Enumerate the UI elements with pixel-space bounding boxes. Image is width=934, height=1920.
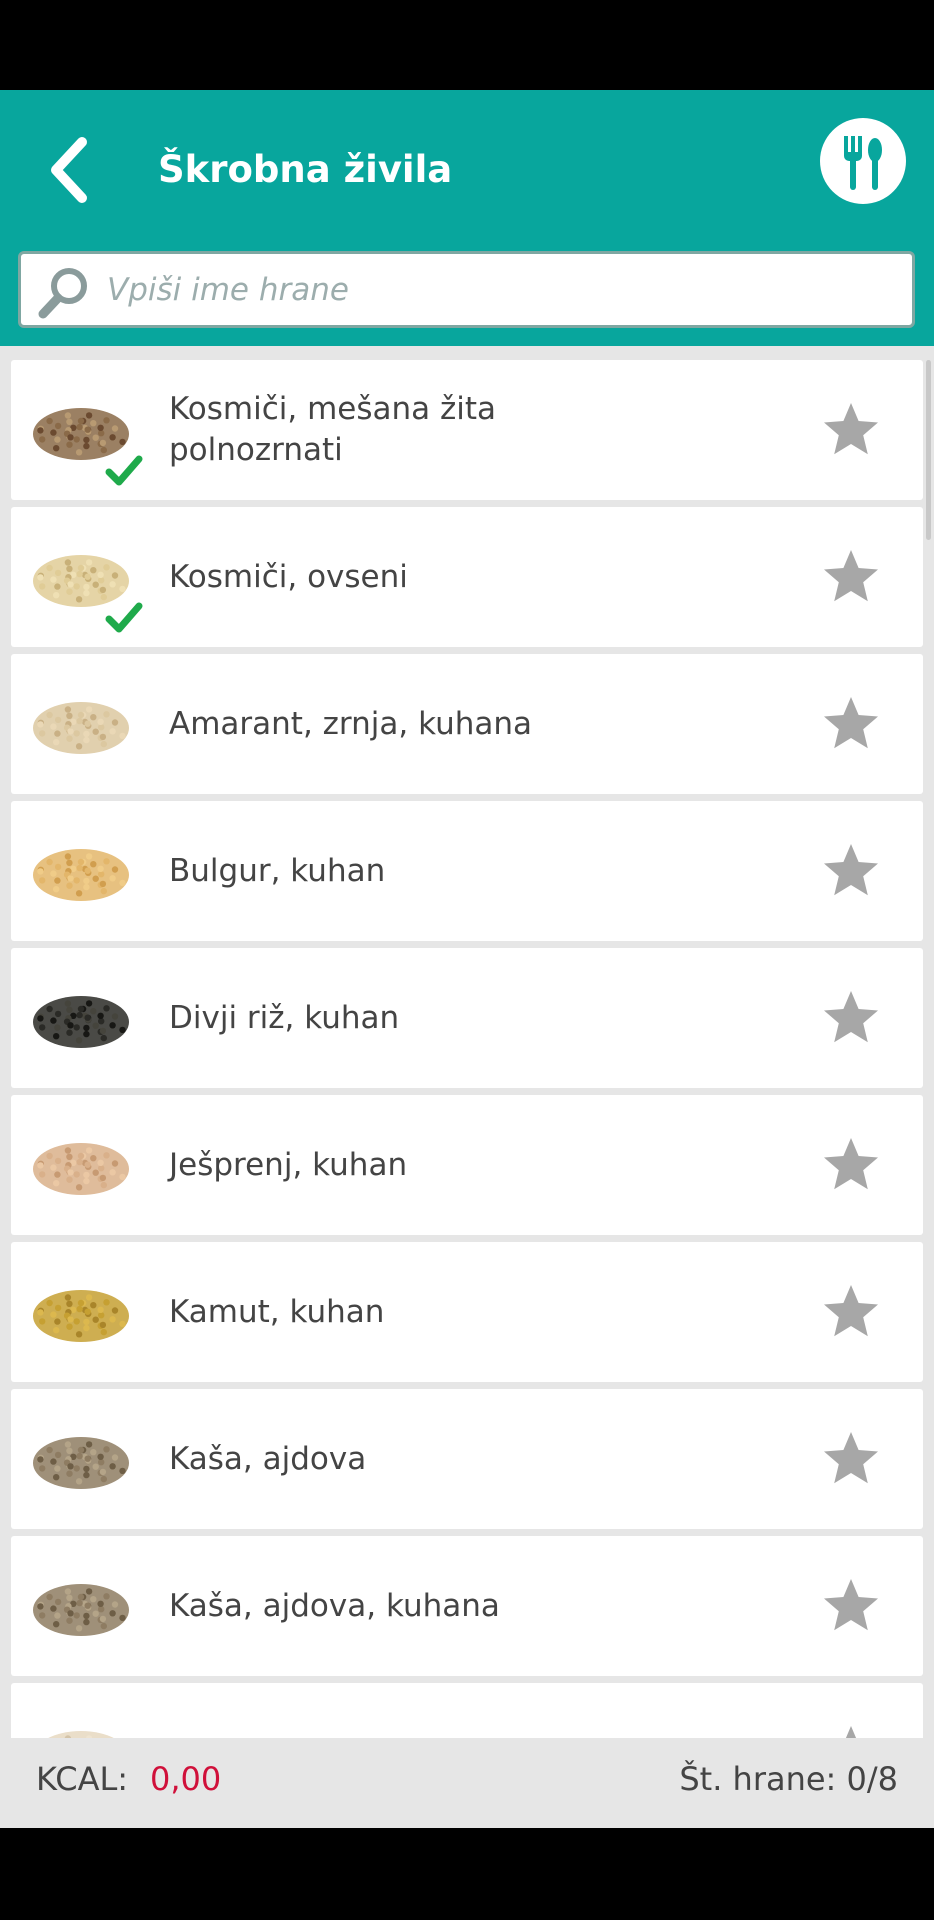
favorite-star-icon[interactable] [821,1282,881,1340]
food-image [33,1584,129,1636]
food-name: Kosmiči, mešana žita polnozrnati [169,391,497,468]
food-image [33,996,129,1048]
food-image [33,1143,129,1195]
food-name: Amarant, zrnja, kuhana [169,705,533,742]
food-image [33,849,129,901]
navigation-bar [0,1828,934,1920]
checkmark-icon [105,455,143,486]
back-button[interactable] [38,132,104,208]
search-bar [18,251,915,328]
header: Škrobna živila [0,90,934,346]
food-name: Kaša, ajdova, kuhana [169,1587,500,1624]
food-row[interactable]: Kosmiči, ovseni [11,507,923,647]
food-row[interactable]: Kamut, kuhan [11,1242,923,1382]
food-row[interactable]: Kaša, ajdova, kuhana [11,1536,923,1676]
food-name: Kosmiči, ovseni [169,558,408,595]
food-row[interactable]: Kosmiči, mešana žita polnozrnati [11,360,923,500]
favorite-star-icon[interactable] [821,1429,881,1487]
meal-button[interactable] [820,118,906,204]
food-name: Kamut, kuhan [169,1293,385,1330]
food-image [33,702,129,754]
favorite-star-icon[interactable] [821,1576,881,1634]
food-name: Kaša, ajdova [169,1440,367,1477]
status-bar [0,0,934,90]
food-image [33,1437,129,1489]
food-name: Ješprenj, kuhan [169,1146,408,1183]
favorite-star-icon[interactable] [821,1135,881,1193]
footer-summary: KCAL: 0,00 Št. hrane: 0/8 [0,1738,934,1828]
fork-spoon-icon [844,136,882,190]
food-row[interactable]: Kaša, ajdova [11,1389,923,1529]
food-row[interactable]: Amarant, zrnja, kuhana [11,654,923,794]
food-row[interactable]: Bulgur, kuhan [11,801,923,941]
favorite-star-icon[interactable] [821,400,881,458]
food-list: Kosmiči, mešana žita polnozrnati Kosmiči,… [0,352,934,1828]
food-count: Št. hrane: 0/8 [679,1760,898,1798]
favorite-star-icon[interactable] [821,547,881,605]
food-image [33,1290,129,1342]
chevron-left-icon [51,137,87,203]
scrollbar[interactable] [926,360,931,540]
favorite-star-icon[interactable] [821,988,881,1046]
food-name: Divji riž, kuhan [169,999,400,1036]
food-row[interactable]: Divji riž, kuhan [11,948,923,1088]
checkmark-icon [105,602,143,633]
food-name: Bulgur, kuhan [169,852,386,889]
kcal-value: 0,00 [150,1760,222,1798]
search-icon [38,268,87,319]
food-row[interactable]: Ješprenj, kuhan [11,1095,923,1235]
app-screen: Škrobna živila Kosmiči, mešana žita poln… [0,90,934,1828]
kcal-label: KCAL: [36,1760,129,1798]
favorite-star-icon[interactable] [821,841,881,899]
favorite-star-icon[interactable] [821,694,881,752]
page-title: Škrobna živila [158,148,453,191]
search-input[interactable] [107,262,887,318]
